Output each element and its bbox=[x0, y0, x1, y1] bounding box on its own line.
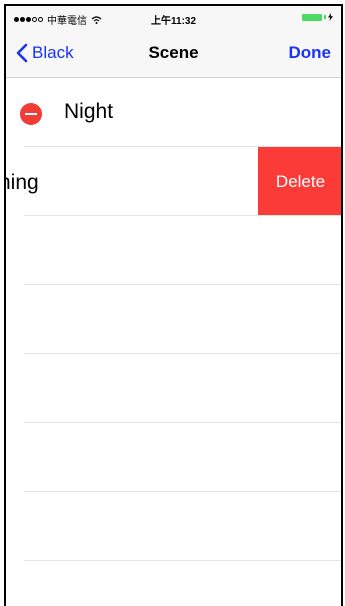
battery-fill bbox=[302, 13, 322, 21]
empty-row bbox=[6, 285, 341, 354]
done-button[interactable]: Done bbox=[289, 43, 332, 63]
signal-dot bbox=[20, 17, 25, 22]
list-item-label: Night bbox=[64, 100, 114, 123]
carrier-name: 中華電信 bbox=[47, 16, 87, 27]
signal-dot bbox=[26, 17, 31, 22]
battery-tip bbox=[324, 15, 326, 19]
empty-row bbox=[6, 423, 341, 492]
empty-row bbox=[6, 492, 341, 561]
signal-dot bbox=[32, 17, 37, 22]
signal-dot bbox=[38, 17, 43, 22]
charging-bolt-icon bbox=[328, 13, 333, 21]
carrier-area: 中華電信 bbox=[14, 12, 102, 27]
empty-row bbox=[6, 216, 341, 285]
status-time: 上午11:32 bbox=[151, 16, 197, 27]
screen-frame: 中華電信 上午11:32 Black Scene Done Night ing … bbox=[0, 0, 345, 606]
list-item[interactable]: rning Delete bbox=[6, 147, 341, 216]
list-item[interactable]: Night bbox=[6, 78, 341, 147]
status-bar: 中華電信 上午11:32 bbox=[6, 6, 341, 28]
phone-screen: 中華電信 上午11:32 Black Scene Done Night ing … bbox=[4, 4, 343, 606]
list-item-label: rning bbox=[6, 171, 39, 194]
scene-list: Night rning Delete bbox=[6, 78, 341, 561]
signal-dot bbox=[14, 17, 19, 22]
delete-circle-icon[interactable] bbox=[20, 103, 42, 125]
battery-icon bbox=[302, 13, 333, 21]
empty-row bbox=[6, 354, 341, 423]
signal-strength-icon bbox=[14, 17, 43, 22]
row-separator bbox=[24, 560, 341, 561]
navigation-bar: Black Scene Done bbox=[6, 28, 341, 78]
wifi-icon bbox=[91, 15, 102, 24]
delete-button[interactable]: Delete bbox=[258, 147, 341, 216]
